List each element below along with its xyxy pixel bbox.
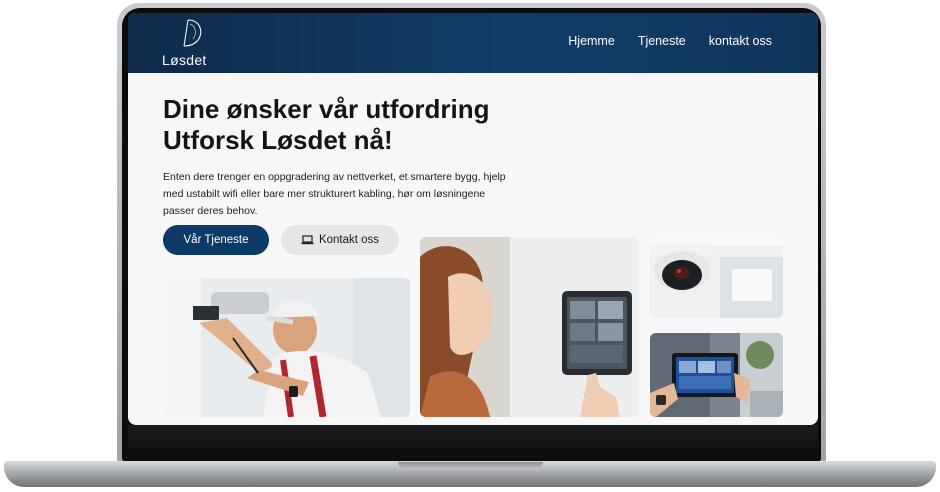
logo-text: Løsdet bbox=[162, 52, 207, 68]
main-nav: Hjemme Tjeneste kontakt oss bbox=[568, 34, 772, 48]
services-button[interactable]: Vår Tjeneste bbox=[163, 225, 269, 255]
nav-link-tjeneste[interactable]: Tjeneste bbox=[638, 34, 686, 48]
contact-button[interactable]: Kontakt oss bbox=[281, 225, 399, 255]
hero-title: Dine ønsker vår utfordring Utforsk Løsde… bbox=[163, 94, 583, 156]
logo-mark-icon bbox=[183, 19, 202, 47]
hero-title-line-1: Dine ønsker vår utfordring bbox=[163, 94, 490, 124]
nav-link-kontakt[interactable]: kontakt oss bbox=[709, 34, 772, 48]
laptop-screen-bottom bbox=[128, 425, 818, 460]
tablet-camera-feeds-image bbox=[650, 333, 783, 417]
laptop-icon bbox=[301, 235, 314, 245]
dome-camera-image bbox=[650, 237, 783, 318]
technician-installing-camera-image bbox=[163, 278, 410, 417]
site-header: Løsdet Hjemme Tjeneste kontakt oss bbox=[128, 13, 818, 73]
contact-button-label: Kontakt oss bbox=[318, 234, 380, 246]
laptop-base-notch bbox=[398, 462, 543, 470]
hero-description: Enten dere trenger en oppgradering av ne… bbox=[163, 171, 506, 217]
website-screen: Løsdet Hjemme Tjeneste kontakt oss Dine … bbox=[128, 13, 818, 425]
hero-title-line-2: Utforsk Løsdet nå! bbox=[163, 125, 393, 155]
woman-control-panel-image bbox=[420, 237, 639, 417]
logo[interactable]: Løsdet bbox=[162, 18, 222, 70]
nav-link-hjemme[interactable]: Hjemme bbox=[568, 34, 615, 48]
